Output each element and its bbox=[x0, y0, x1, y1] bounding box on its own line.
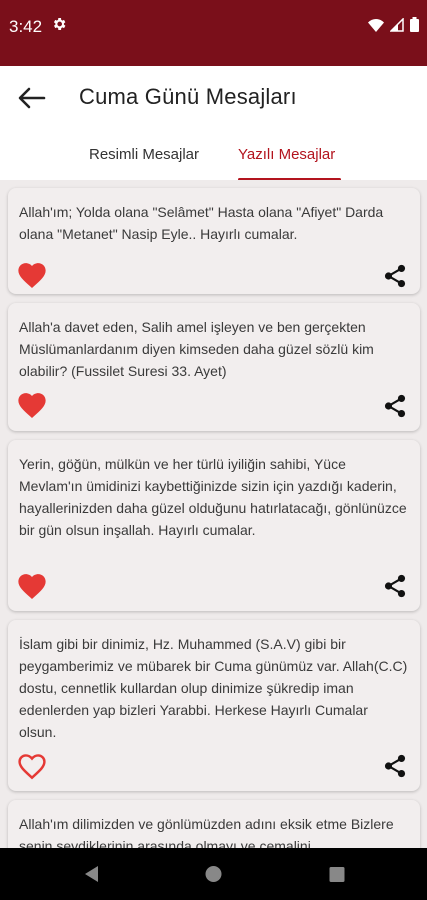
message-card: Allah'ım dilimizden ve gönlümüzden adını… bbox=[8, 800, 420, 848]
page-title: Cuma Günü Mesajları bbox=[79, 84, 297, 109]
nav-home-icon[interactable] bbox=[204, 864, 223, 884]
nav-back-icon[interactable] bbox=[82, 864, 100, 884]
heart-filled-icon[interactable] bbox=[15, 259, 49, 289]
system-nav-bar bbox=[0, 848, 427, 900]
app-bar: Cuma Günü Mesajları bbox=[0, 66, 427, 130]
back-arrow-icon[interactable] bbox=[16, 84, 46, 112]
wifi-icon bbox=[368, 18, 384, 32]
heart-filled-icon[interactable] bbox=[15, 389, 49, 419]
heart-filled-icon[interactable] bbox=[15, 570, 49, 600]
share-icon[interactable] bbox=[382, 573, 408, 599]
message-text: Allah'a davet eden, Salih amel işleyen v… bbox=[19, 319, 374, 379]
message-text: Allah'ım; Yolda olana "Selâmet" Hasta ol… bbox=[19, 204, 384, 242]
status-icons bbox=[368, 17, 419, 32]
message-card: Allah'a davet eden, Salih amel işleyen v… bbox=[8, 303, 420, 431]
signal-icon bbox=[390, 17, 404, 32]
status-bar: 3:42 bbox=[0, 0, 427, 66]
heart-outline-icon[interactable] bbox=[15, 750, 49, 780]
status-time: 3:42 bbox=[9, 17, 43, 36]
message-card: Allah'ım; Yolda olana "Selâmet" Hasta ol… bbox=[8, 188, 420, 294]
message-card: Yerin, göğün, mülkün ve her türlü iyiliğ… bbox=[8, 440, 420, 611]
battery-icon bbox=[410, 17, 419, 32]
message-card: İslam gibi bir dinimiz, Hz. Muhammed (S.… bbox=[8, 620, 420, 791]
settings-gear-icon bbox=[53, 18, 66, 30]
nav-recents-icon[interactable] bbox=[328, 864, 346, 884]
message-text: Yerin, göğün, mülkün ve her türlü iyiliğ… bbox=[19, 456, 407, 538]
share-icon[interactable] bbox=[382, 753, 408, 779]
message-text: Allah'ım dilimizden ve gönlümüzden adını… bbox=[19, 816, 394, 848]
tab-text-messages[interactable]: Yazılı Mesajlar bbox=[238, 146, 335, 163]
tab-bar: Resimli Mesajlar Yazılı Mesajlar bbox=[0, 130, 427, 181]
tab-image-messages[interactable]: Resimli Mesajlar bbox=[89, 146, 199, 163]
message-list[interactable]: Allah'ım; Yolda olana "Selâmet" Hasta ol… bbox=[0, 180, 427, 848]
message-text: İslam gibi bir dinimiz, Hz. Muhammed (S.… bbox=[19, 636, 408, 740]
share-icon[interactable] bbox=[382, 263, 408, 289]
share-icon[interactable] bbox=[382, 393, 408, 419]
